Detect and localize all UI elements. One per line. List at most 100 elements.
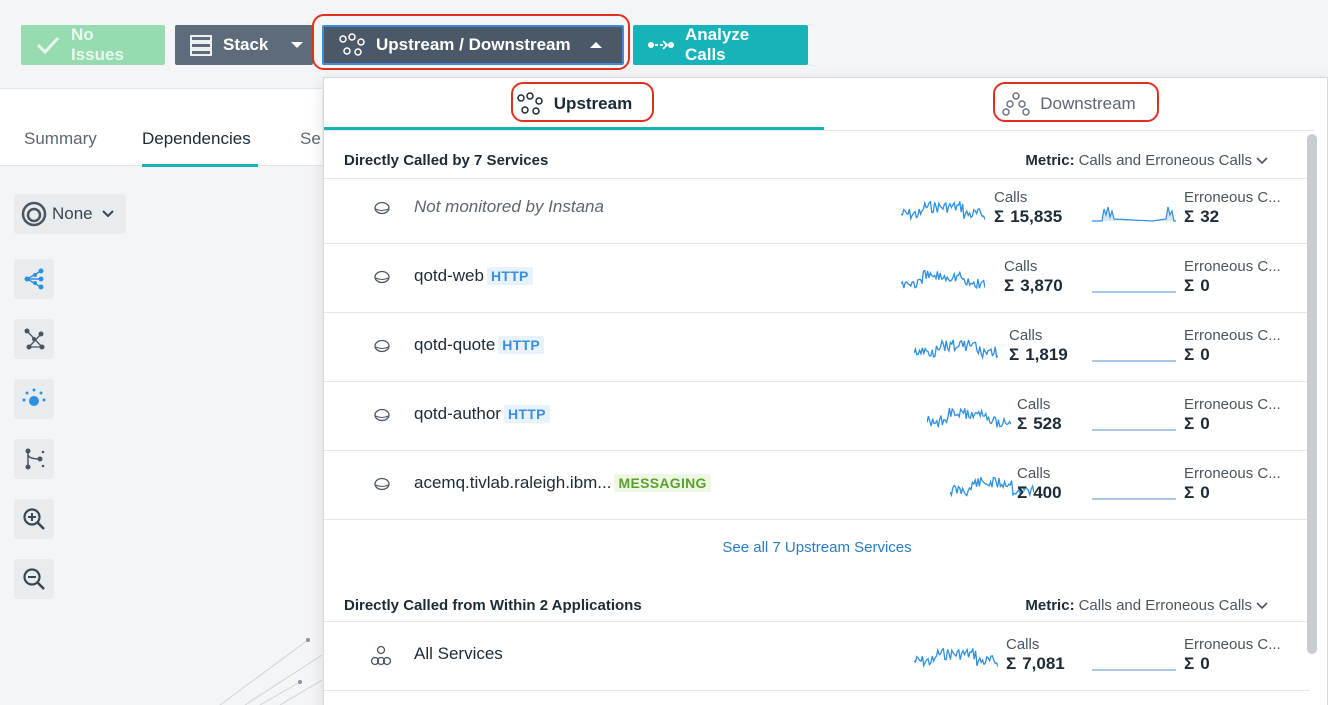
sigma-symbol: Σ — [994, 207, 1005, 226]
trace-layout-button[interactable] — [14, 439, 54, 479]
calls-value: Σ 7,081 — [1006, 654, 1065, 674]
sigma-symbol: Σ — [1184, 654, 1195, 673]
analyze-calls-label: Analyze Calls — [685, 25, 750, 64]
filter-select[interactable]: None — [14, 194, 126, 234]
metric-selector[interactable]: Metric: Calls and Erroneous Calls — [1025, 152, 1268, 169]
graph-layout-button[interactable] — [14, 319, 54, 359]
calls-sparkline — [927, 408, 1011, 428]
service-row[interactable]: Not monitored by Instana Calls Σ 15,835 Erro… — [324, 175, 1310, 244]
sigma-symbol: Σ — [1017, 483, 1028, 502]
zoom-in-button[interactable] — [14, 499, 54, 539]
database-icon — [374, 339, 390, 353]
database-icon — [374, 270, 390, 284]
calls-count: 400 — [1033, 483, 1062, 502]
chevron-down-icon — [1256, 601, 1268, 609]
database-icon-wrap — [373, 476, 391, 497]
upstream-downstream-button[interactable]: Upstream / Downstream — [322, 25, 624, 65]
errors-label: Erroneous C... — [1184, 636, 1281, 653]
sigma-symbol: Σ — [1184, 483, 1195, 502]
service-row[interactable]: acemq.tivlab.raleigh.ibm... MESSAGING Call… — [324, 451, 1310, 520]
protocol-badge: MESSAGING — [614, 474, 711, 492]
downstream-icon — [1002, 92, 1031, 116]
analyze-calls-button[interactable]: Analyze Calls — [633, 25, 808, 65]
calls-value: Σ 15,835 — [994, 207, 1062, 227]
database-icon — [374, 201, 390, 215]
branch-icon — [25, 448, 45, 470]
calls-sparkline — [901, 270, 985, 290]
dependency-graph-icon — [339, 33, 365, 56]
sigma-symbol: Σ — [1184, 276, 1195, 295]
section-header-applications: Directly Called from Within 2 Applicatio… — [324, 576, 1310, 622]
protocol-badge: HTTP — [486, 267, 533, 285]
calls-label: Calls — [1006, 636, 1040, 653]
scrollbar[interactable] — [1307, 134, 1317, 654]
tab-upstream[interactable]: Upstream — [324, 78, 824, 130]
service-name: qotd-web — [414, 266, 484, 285]
stack-icon — [190, 35, 212, 56]
service-name-wrap[interactable]: qotd-quote HTTP — [414, 335, 545, 355]
calls-count: 7,081 — [1022, 654, 1065, 673]
spinner-icon — [21, 201, 47, 227]
section-title: Directly Called by 7 Services — [344, 152, 549, 169]
stack-button[interactable]: Stack — [175, 25, 313, 65]
upstream-downstream-label: Upstream / Downstream — [376, 35, 571, 54]
sigma-symbol: Σ — [1017, 414, 1028, 433]
service-row[interactable]: qotd-web HTTP Calls Σ 3,870 Erroneous C... Σ 0 — [324, 244, 1310, 313]
service-name: qotd-author — [414, 404, 501, 423]
zoom-in-icon — [23, 508, 45, 530]
see-all-upstream-link[interactable]: See all 7 Upstream Services — [324, 539, 1310, 556]
service-name: acemq.tivlab.raleigh.ibm... — [414, 473, 612, 492]
database-icon-wrap — [373, 269, 391, 290]
calls-label: Calls — [1004, 258, 1038, 275]
upstream-icon — [517, 92, 543, 115]
fan-out-layout-button[interactable] — [14, 259, 54, 299]
errors-count: 0 — [1200, 276, 1210, 295]
service-name-wrap[interactable]: qotd-web HTTP — [414, 266, 533, 286]
tab-partial[interactable]: Se — [300, 129, 321, 149]
calls-label: Calls — [994, 189, 1028, 206]
tab-upstream-label: Upstream — [553, 94, 633, 113]
metric-label: Metric: — [1025, 152, 1075, 169]
service-name-wrap[interactable]: Not monitored by Instana — [414, 197, 604, 217]
calls-value: Σ 528 — [1017, 414, 1062, 434]
service-name: All Services — [414, 644, 503, 663]
tab-downstream[interactable]: Downstream — [824, 78, 1314, 130]
calls-label: Calls — [1017, 396, 1051, 413]
calls-label: Calls — [1017, 465, 1051, 482]
section-header-upstream: Directly Called by 7 Services Metric: Ca… — [324, 131, 1310, 179]
zoom-out-button[interactable] — [14, 559, 54, 599]
no-issues-button[interactable]: No Issues — [21, 25, 165, 65]
service-name-wrap[interactable]: acemq.tivlab.raleigh.ibm... MESSAGING — [414, 473, 711, 493]
calls-sparkline — [914, 339, 998, 361]
protocol-badge: HTTP — [503, 405, 550, 423]
network-icon — [24, 328, 45, 350]
service-name-wrap[interactable]: All Services — [414, 644, 503, 664]
stack-label: Stack — [223, 35, 269, 54]
metric-label: Metric: — [1025, 597, 1075, 614]
errors-count: 32 — [1200, 207, 1220, 226]
focus-layout-button[interactable] — [14, 379, 54, 419]
sigma-symbol: Σ — [1009, 345, 1020, 364]
service-row[interactable]: All Services Calls Σ 7,081 Erroneous C... Σ 0 — [324, 622, 1310, 691]
calls-value: Σ 3,870 — [1004, 276, 1063, 296]
calls-count: 1,819 — [1025, 345, 1068, 364]
errors-sparkline — [1092, 291, 1176, 293]
errors-label: Erroneous C... — [1184, 396, 1281, 413]
caret-down-icon — [291, 42, 304, 48]
errors-count: 0 — [1200, 414, 1210, 433]
service-row[interactable]: qotd-quote HTTP Calls Σ 1,819 Erroneous C... Σ… — [324, 313, 1310, 382]
sparkle-icon — [22, 388, 46, 406]
errors-count: 0 — [1200, 483, 1210, 502]
chevron-down-icon — [1256, 156, 1268, 164]
errors-sparkline — [1092, 360, 1176, 362]
database-icon — [374, 408, 390, 422]
tab-summary[interactable]: Summary — [24, 129, 97, 149]
service-name-wrap[interactable]: qotd-author HTTP — [414, 404, 550, 424]
errors-label: Erroneous C... — [1184, 189, 1281, 206]
services-group-icon — [370, 645, 392, 666]
errors-label: Erroneous C... — [1184, 327, 1281, 344]
tab-dependencies[interactable]: Dependencies — [142, 129, 251, 149]
service-row[interactable]: qotd-author HTTP Calls Σ 528 Erroneous C... Σ 0 — [324, 382, 1310, 451]
errors-value: Σ0 — [1184, 345, 1210, 365]
metric-selector[interactable]: Metric: Calls and Erroneous Calls — [1025, 597, 1268, 614]
